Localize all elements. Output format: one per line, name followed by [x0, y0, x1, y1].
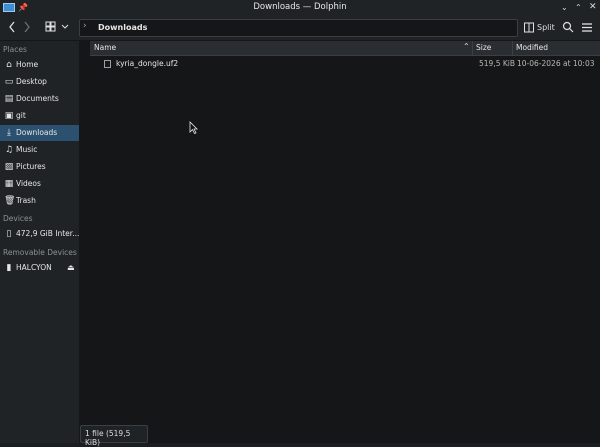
split-icon — [524, 22, 534, 33]
sidebar-item-documents[interactable]: ▤ Documents — [0, 91, 79, 107]
sidebar-item-downloads[interactable]: ⤓ Downloads — [0, 125, 79, 141]
search-button[interactable] — [562, 19, 574, 36]
mouse-cursor-icon — [189, 121, 198, 136]
menu-button[interactable] — [581, 19, 593, 36]
sidebar-item-trash[interactable]: 🗑 Trash — [0, 193, 79, 209]
minimize-icon[interactable]: ⌄ — [561, 2, 568, 13]
view-mode-icon — [45, 21, 69, 32]
places-panel: Places ⌂ Home ▭ Desktop ▤ Documents ▣ gi… — [0, 41, 80, 443]
usb-icon: ▮ — [6, 263, 12, 273]
removable-devices-header: Removable Devices — [3, 248, 77, 257]
column-header: Name ⌃ Size Modified — [90, 41, 600, 56]
music-icon: ♫ — [4, 145, 14, 155]
trash-icon: 🗑 — [4, 196, 16, 206]
file-row[interactable]: kyria_dongle.uf2 519,5 KiB 10-06-2026 at… — [90, 57, 600, 71]
file-size: 519,5 KiB — [479, 59, 516, 68]
breadcrumb-current[interactable]: Downloads — [98, 23, 147, 32]
sidebar-item-internal-drive[interactable]: ▯ 472,9 GiB Inter... — [0, 226, 80, 242]
download-icon: ⤓ — [7, 128, 11, 138]
pictures-icon: ▨ — [4, 162, 14, 172]
sidebar-item-home[interactable]: ⌂ Home — [0, 57, 79, 73]
title-bar: 📌 Downloads — Dolphin ⌄ ⌃ ✕ — [0, 0, 600, 15]
videos-icon: ▦ — [4, 179, 14, 189]
sidebar-item-videos[interactable]: ▦ Videos — [0, 176, 79, 192]
column-modified[interactable]: Modified — [516, 43, 548, 52]
places-header: Places — [3, 45, 27, 54]
folder-icon: ▣ — [4, 111, 14, 121]
sidebar-item-pictures[interactable]: ▨ Pictures — [0, 159, 79, 175]
maximize-icon[interactable]: ⌃ — [575, 2, 582, 13]
drive-icon: ▯ — [6, 229, 12, 239]
file-modified: 10-06-2026 at 10:03 — [517, 59, 595, 68]
documents-icon: ▤ — [4, 94, 14, 104]
sidebar-item-git[interactable]: ▣ git — [0, 108, 79, 124]
file-name: kyria_dongle.uf2 — [116, 59, 179, 68]
status-text: 1 file (519,5 KiB) — [85, 429, 131, 447]
close-icon[interactable]: ✕ — [589, 2, 597, 13]
column-size[interactable]: Size — [476, 43, 491, 52]
eject-icon[interactable]: ⏏ — [67, 260, 75, 276]
devices-header: Devices — [3, 214, 33, 223]
location-bar[interactable]: › Downloads — [79, 19, 518, 37]
sort-ascending-icon: ⌃ — [463, 42, 470, 51]
view-mode-button[interactable] — [45, 19, 69, 36]
back-button[interactable] — [7, 19, 17, 36]
file-icon — [104, 60, 111, 68]
sidebar-item-music[interactable]: ♫ Music — [0, 142, 79, 158]
column-name[interactable]: Name — [94, 43, 116, 52]
split-button[interactable]: Split — [524, 19, 555, 36]
chevron-left-icon — [9, 21, 15, 33]
forward-button[interactable] — [22, 19, 32, 36]
sidebar-item-desktop[interactable]: ▭ Desktop — [0, 74, 79, 90]
split-label: Split — [537, 23, 555, 32]
desktop-icon: ▭ — [4, 77, 14, 87]
window-title: Downloads — Dolphin — [253, 2, 347, 12]
sidebar-item-halcyon[interactable]: ▮ HALCYON ⏏ — [0, 260, 79, 276]
search-icon — [562, 21, 574, 33]
hamburger-menu-icon — [582, 23, 592, 32]
chevron-right-icon: › — [83, 21, 87, 31]
home-icon: ⌂ — [6, 60, 12, 70]
status-bar: 1 file (519,5 KiB) — [80, 425, 148, 447]
chevron-right-icon — [24, 21, 30, 33]
file-view[interactable]: Name ⌃ Size Modified kyria_dongle.uf2 51… — [80, 41, 600, 443]
